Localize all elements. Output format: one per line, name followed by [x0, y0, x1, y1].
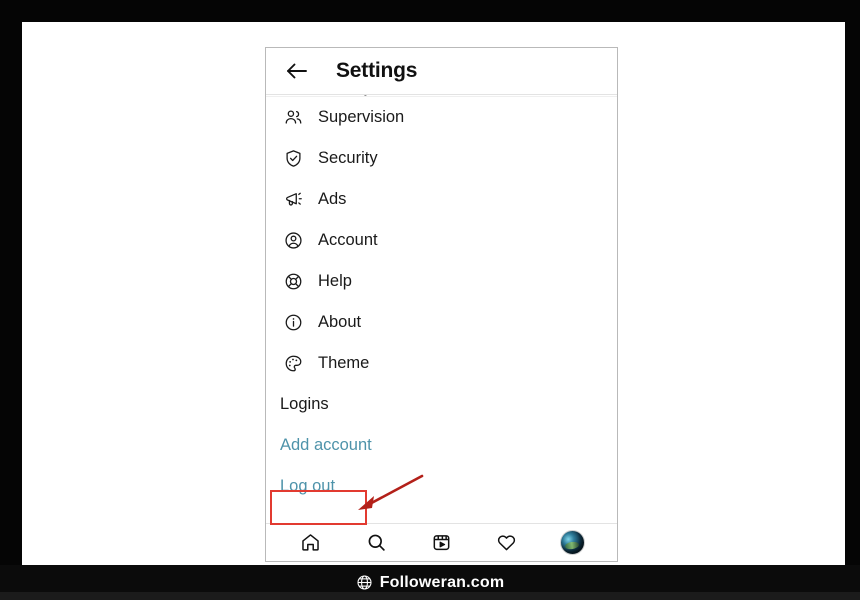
- profile-avatar-button[interactable]: [555, 528, 589, 558]
- settings-item-account[interactable]: Account: [266, 220, 617, 261]
- lifebuoy-icon: [280, 269, 306, 295]
- settings-panel: Settings Privacy: [265, 47, 618, 562]
- settings-item-label: About: [318, 313, 362, 331]
- shield-check-icon: [280, 146, 306, 172]
- home-icon[interactable]: [294, 528, 328, 558]
- settings-item-label: Ads: [318, 190, 347, 208]
- screen-area: Settings Privacy: [22, 22, 845, 565]
- search-icon[interactable]: [359, 528, 393, 558]
- heart-icon[interactable]: [490, 528, 524, 558]
- settings-item-label: Supervision: [318, 108, 405, 126]
- settings-item-theme[interactable]: Theme: [266, 343, 617, 384]
- settings-item-ads[interactable]: Ads: [266, 179, 617, 220]
- settings-list: Privacy Supervision: [266, 95, 617, 523]
- palette-icon: [280, 351, 306, 377]
- add-account-button[interactable]: Add account: [266, 425, 617, 466]
- watermark-text: Followeran.com: [379, 573, 505, 591]
- laptop-bezel: Settings Privacy: [0, 0, 860, 600]
- settings-item-label: Theme: [318, 354, 370, 372]
- people-icon: [280, 105, 306, 131]
- page-title: Settings: [336, 59, 418, 82]
- settings-item-about[interactable]: About: [266, 302, 617, 343]
- bottom-navigation-bar: [266, 523, 617, 561]
- panel-header: Settings: [266, 48, 617, 95]
- settings-item-label: Help: [318, 272, 352, 290]
- add-account-label: Add account: [280, 436, 372, 454]
- logins-section-header: Logins: [266, 384, 617, 425]
- settings-item-help[interactable]: Help: [266, 261, 617, 302]
- settings-item-privacy[interactable]: Privacy: [266, 95, 617, 97]
- logins-label: Logins: [280, 395, 329, 413]
- avatar: [559, 530, 585, 555]
- log-out-label: Log out: [280, 477, 336, 495]
- back-arrow-icon[interactable]: [280, 54, 314, 88]
- settings-item-label: Privacy: [318, 95, 372, 97]
- device-base-shadow: [0, 592, 860, 600]
- megaphone-icon: [280, 187, 306, 213]
- settings-item-security[interactable]: Security: [266, 138, 617, 179]
- watermark: Followeran.com: [356, 574, 505, 592]
- lock-icon: [280, 95, 306, 97]
- settings-item-supervision[interactable]: Supervision: [266, 97, 617, 138]
- log-out-button[interactable]: Log out: [266, 466, 617, 507]
- info-circle-icon: [280, 310, 306, 336]
- settings-item-label: Security: [318, 149, 378, 167]
- reels-icon[interactable]: [424, 528, 458, 558]
- settings-item-label: Account: [318, 231, 378, 249]
- person-circle-icon: [280, 228, 306, 254]
- globe-icon: [356, 574, 373, 591]
